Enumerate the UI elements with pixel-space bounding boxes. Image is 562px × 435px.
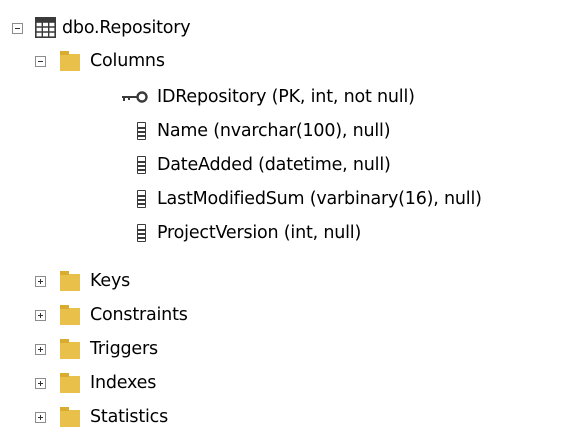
folder-indexes-label[interactable]: Indexes [90,368,156,398]
folder-icon [60,51,80,71]
column-icon [137,156,146,174]
folder-statistics-label[interactable]: Statistics [90,402,168,432]
table-node-label[interactable]: dbo.Repository [62,13,191,43]
table-icon [35,17,56,38]
folder-icon [60,373,80,393]
folder-icon [60,271,80,291]
folder-columns-label[interactable]: Columns [90,46,165,76]
collapse-toggle-table[interactable] [12,23,23,34]
expand-toggle-indexes[interactable] [35,378,46,389]
column-item[interactable]: ProjectVersion (int, null) [157,218,361,248]
column-icon [137,190,146,208]
column-item[interactable]: LastModifiedSum (varbinary(16), null) [157,184,482,214]
column-item[interactable]: IDRepository (PK, int, not null) [157,82,415,112]
folder-icon [60,339,80,359]
expand-toggle-constraints[interactable] [35,310,46,321]
folder-icon [60,407,80,427]
folder-keys-label[interactable]: Keys [90,266,130,296]
column-icon [137,122,146,140]
folder-icon [60,305,80,325]
key-icon [122,91,148,103]
expand-toggle-triggers[interactable] [35,344,46,355]
expand-toggle-statistics[interactable] [35,412,46,423]
collapse-toggle-columns[interactable] [35,56,46,67]
expand-toggle-keys[interactable] [35,276,46,287]
column-icon [137,224,146,242]
folder-constraints-label[interactable]: Constraints [90,300,188,330]
column-item[interactable]: Name (nvarchar(100), null) [157,116,391,146]
folder-triggers-label[interactable]: Triggers [90,334,158,364]
column-item[interactable]: DateAdded (datetime, null) [157,150,391,180]
